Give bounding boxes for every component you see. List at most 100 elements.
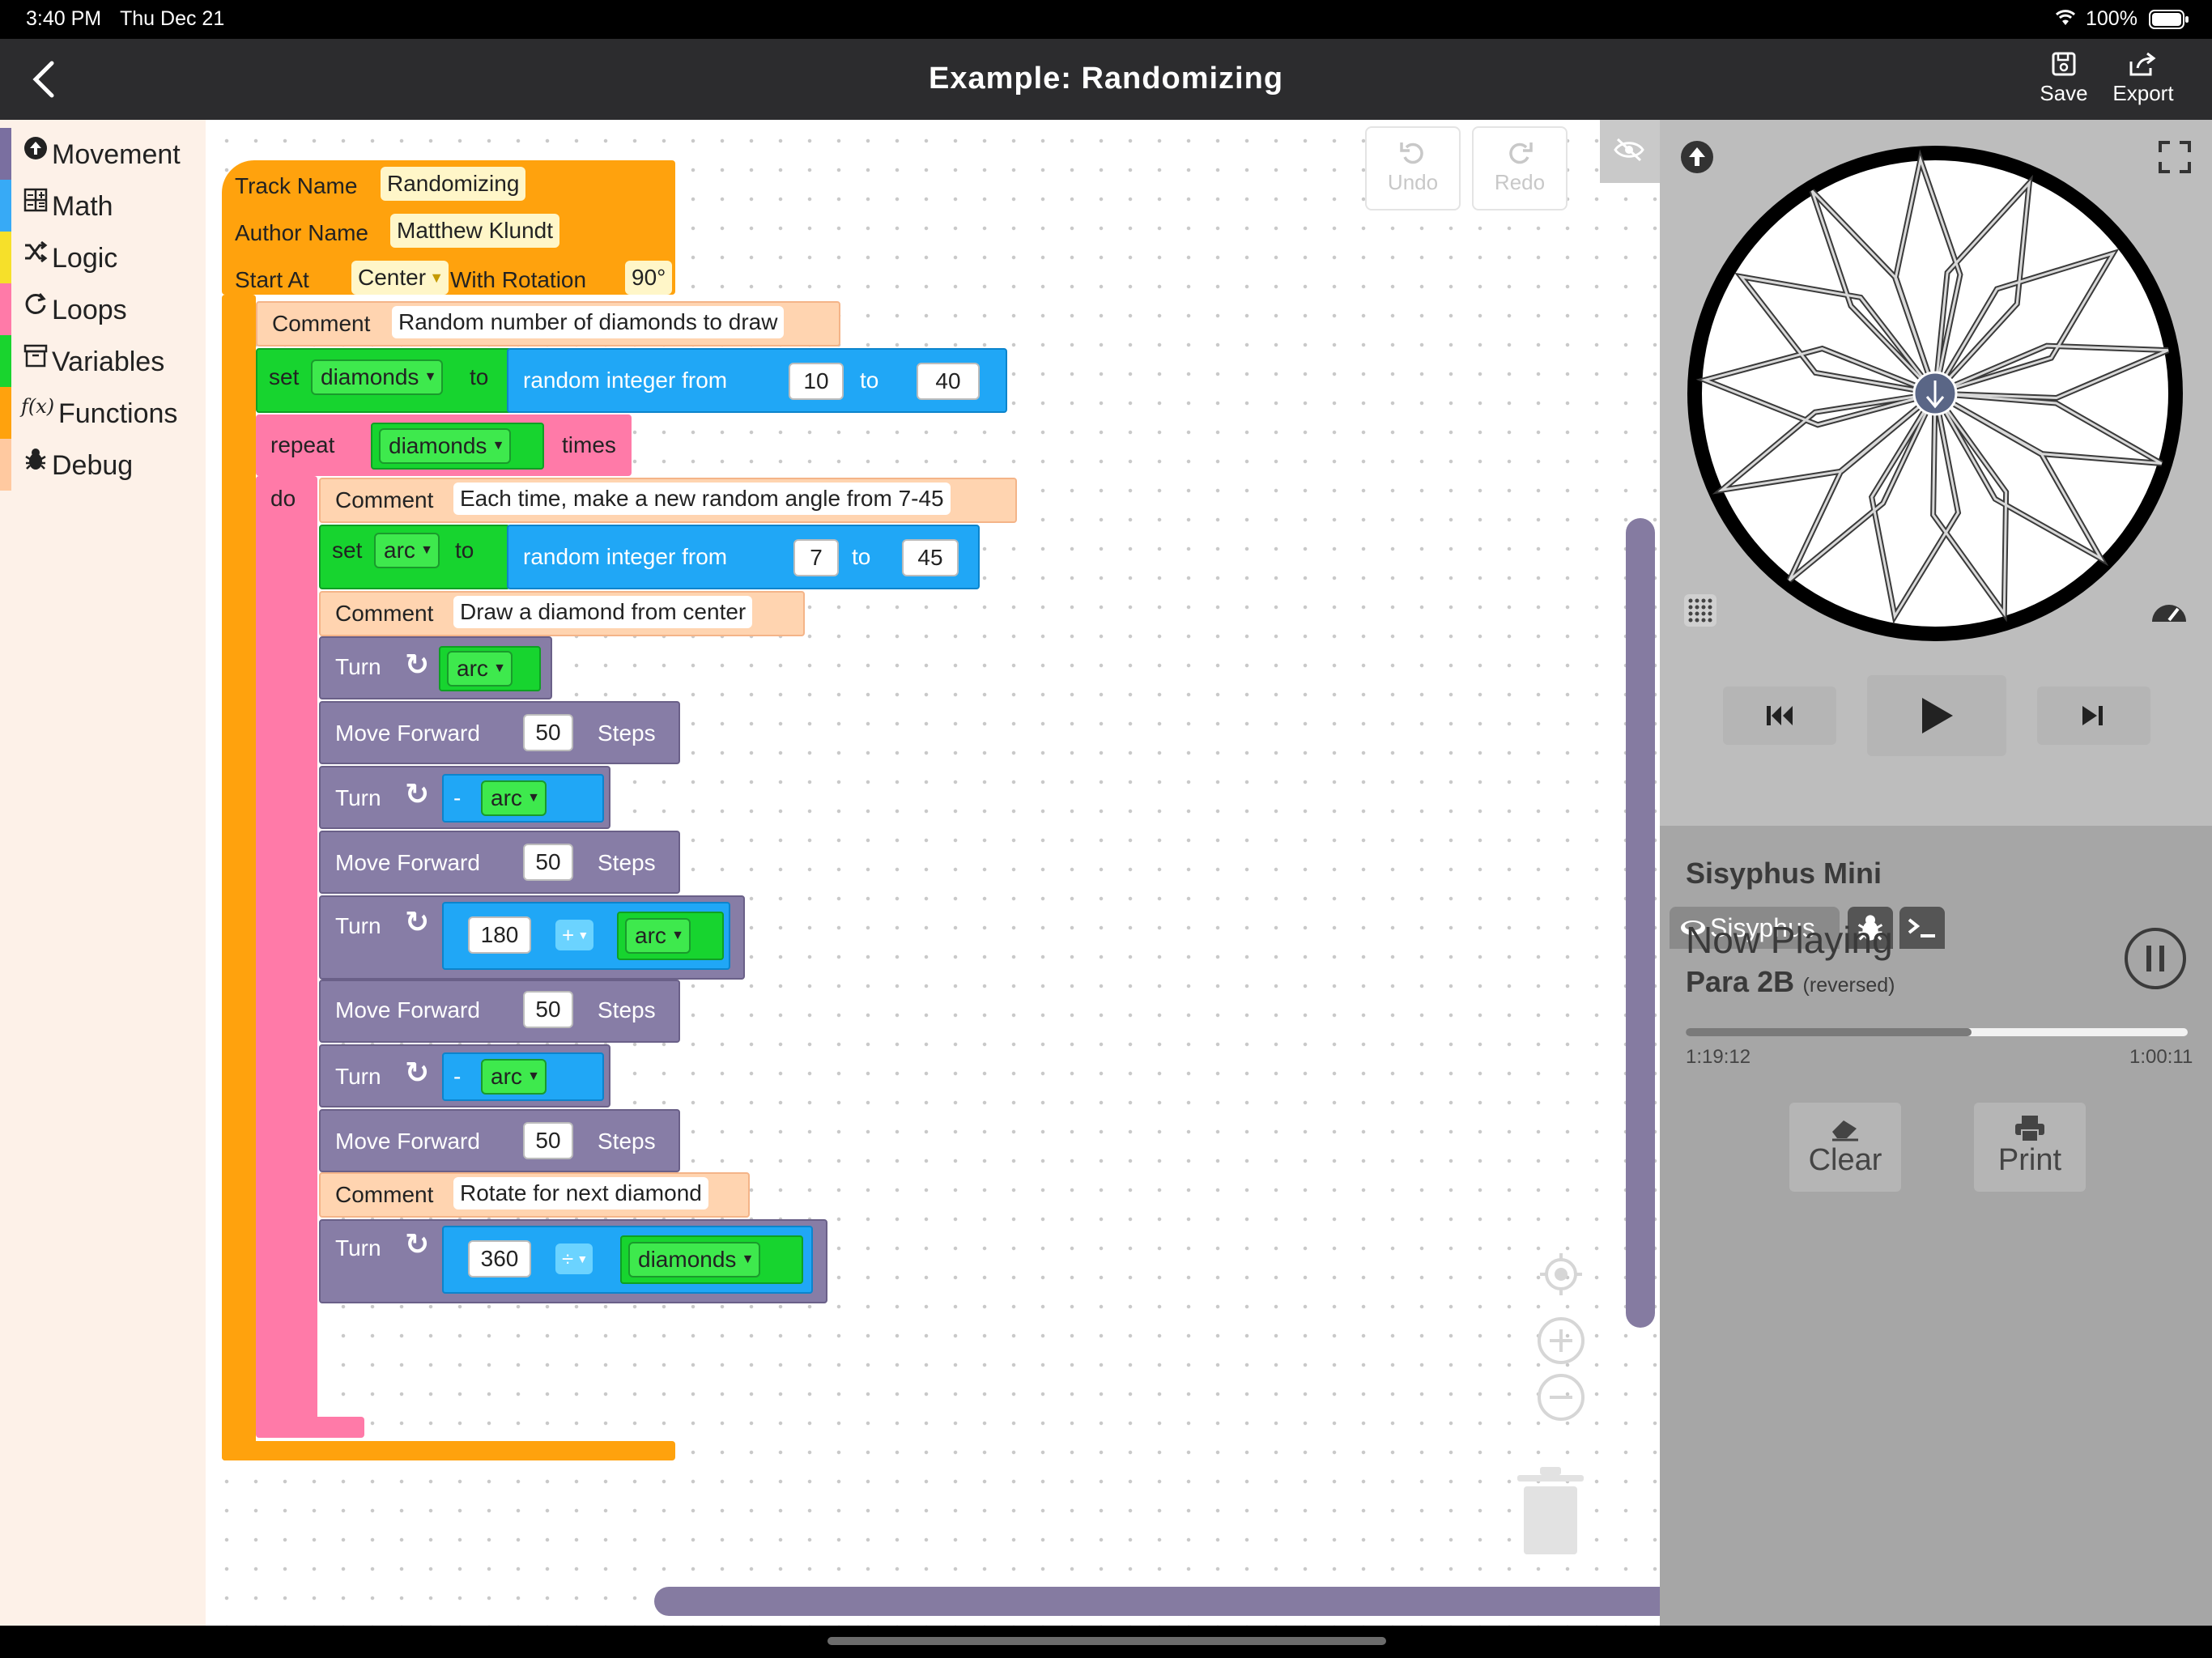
comment-block[interactable]: Comment Draw a diamond from center <box>319 591 805 636</box>
speed-button[interactable] <box>2149 594 2189 631</box>
skip-forward-button[interactable] <box>2037 687 2150 745</box>
recenter-button[interactable] <box>1537 1250 1585 1303</box>
random-integer-block[interactable]: random integer from 7 to 45 <box>507 525 980 589</box>
tab-console[interactable] <box>1899 907 1945 949</box>
export-button[interactable]: Export <box>2099 50 2188 106</box>
sidebar-item-label: Logic <box>52 243 118 274</box>
comment-text[interactable]: Random number of diamonds to draw <box>392 306 785 338</box>
minus-circle-icon <box>1538 1374 1585 1421</box>
move-forward-block[interactable]: Move Forward 50 Steps <box>319 831 680 894</box>
variable-dropdown[interactable]: arc ▼ <box>447 651 513 687</box>
variable-dropdown[interactable]: arc ▼ <box>625 918 691 954</box>
play-button[interactable] <box>1867 675 2006 756</box>
vertical-scrollbar[interactable] <box>1626 518 1655 1328</box>
sidebar-item-loops[interactable]: Loops <box>0 283 206 335</box>
number-field[interactable]: 360 <box>468 1240 531 1278</box>
do-label: do <box>270 486 296 511</box>
random-integer-block[interactable]: random integer from 10 to 40 <box>507 348 1007 413</box>
repeat-block[interactable]: repeat diamonds ▼ times <box>256 414 632 476</box>
negate-block[interactable]: - arc ▼ <box>442 774 604 823</box>
random-from-field[interactable]: 10 <box>789 363 844 400</box>
variable-dropdown[interactable]: diamonds ▼ <box>379 428 512 464</box>
trash-can[interactable] <box>1514 1460 1587 1562</box>
clear-button[interactable]: Clear <box>1789 1103 1901 1192</box>
sidebar-item-functions[interactable]: f(x) Functions <box>0 387 206 439</box>
hide-preview-button[interactable] <box>1600 120 1660 183</box>
move-forward-block[interactable]: Move Forward 50 Steps <box>319 1109 680 1172</box>
arithmetic-block[interactable]: 180 + ▼ arc ▼ <box>442 902 730 970</box>
sidebar-item-logic[interactable]: Logic <box>0 232 206 283</box>
zoom-out-button[interactable] <box>1537 1373 1585 1426</box>
steps-field[interactable]: 50 <box>523 1122 573 1159</box>
number-field[interactable]: 180 <box>468 916 531 954</box>
comment-block[interactable]: Comment Random number of diamonds to dra… <box>256 301 840 346</box>
redo-button[interactable]: Redo <box>1472 126 1568 210</box>
sidebar-item-variables[interactable]: Variables <box>0 335 206 387</box>
variable-dropdown[interactable]: arc ▼ <box>374 533 440 568</box>
arithmetic-block[interactable]: 360 ÷ ▼ diamonds ▼ <box>442 1226 813 1294</box>
dropdown-arrow-icon: ▼ <box>429 270 445 286</box>
undo-button[interactable]: Undo <box>1365 126 1461 210</box>
set-variable-block[interactable]: set diamonds ▼ to <box>256 348 513 413</box>
variable-input[interactable]: diamonds ▼ <box>620 1235 803 1284</box>
turn-block[interactable]: Turn ↻ 360 ÷ ▼ diamonds ▼ <box>319 1219 827 1303</box>
sidebar-item-math[interactable]: Math <box>0 180 206 232</box>
start-at-dropdown[interactable]: Center ▼ <box>351 261 449 295</box>
pause-button[interactable] <box>2123 926 2188 995</box>
comment-block[interactable]: Comment Each time, make a new random ang… <box>319 478 1017 523</box>
playback-progress[interactable] <box>1686 1028 2188 1036</box>
category-color-stripe <box>0 232 11 283</box>
random-to-field[interactable]: 40 <box>917 363 980 400</box>
home-indicator[interactable] <box>827 1637 1386 1645</box>
rotation-field[interactable]: 90° <box>625 261 673 295</box>
grid-dots-icon <box>1684 594 1716 627</box>
move-forward-label: Move Forward <box>335 721 480 746</box>
random-to-field[interactable]: 45 <box>902 539 959 576</box>
variable-dropdown[interactable]: diamonds ▼ <box>311 359 444 395</box>
negate-block[interactable]: - arc ▼ <box>442 1052 604 1101</box>
variable-input[interactable]: arc ▼ <box>439 646 541 691</box>
variable-dropdown[interactable]: arc ▼ <box>481 780 547 816</box>
variable-dropdown[interactable]: arc ▼ <box>481 1059 547 1095</box>
track-name-field[interactable]: Randomizing <box>381 167 526 201</box>
steps-field[interactable]: 50 <box>523 991 573 1028</box>
track-definition-block[interactable]: Track Name Randomizing Author Name Matth… <box>222 160 675 295</box>
turn-block[interactable]: Turn ↻ arc ▼ <box>319 636 552 699</box>
operator-dropdown[interactable]: ÷ ▼ <box>555 1244 593 1274</box>
skip-back-button[interactable] <box>1723 687 1836 745</box>
blocks-workspace[interactable]: Undo Redo Track Name Randomizing Author … <box>206 120 1772 1626</box>
repeat-count-input[interactable]: diamonds ▼ <box>371 423 544 470</box>
turn-block[interactable]: Turn ↻ - arc ▼ <box>319 1044 610 1107</box>
move-forward-label: Move Forward <box>335 850 480 875</box>
sidebar-item-debug[interactable]: Debug <box>0 439 206 491</box>
turn-block[interactable]: Turn ↻ - arc ▼ <box>319 766 610 829</box>
comment-text[interactable]: Each time, make a new random angle from … <box>453 483 951 515</box>
calculator-icon <box>21 188 50 219</box>
save-button[interactable]: Save <box>2019 50 2108 106</box>
turn-block[interactable]: Turn ↻ 180 + ▼ arc ▼ <box>319 895 745 980</box>
repeat-block-spine: do <box>256 476 317 1423</box>
operator-dropdown[interactable]: + ▼ <box>555 920 594 950</box>
comment-text[interactable]: Draw a diamond from center <box>453 596 753 628</box>
random-from-field[interactable]: 7 <box>793 539 839 576</box>
variable-input[interactable]: arc ▼ <box>617 912 724 960</box>
steps-field[interactable]: 50 <box>523 714 573 751</box>
sidebar-item-movement[interactable]: Movement <box>0 128 206 180</box>
home-indicator-bar <box>0 1626 2212 1658</box>
variable-name: diamonds <box>389 433 487 458</box>
move-forward-block[interactable]: Move Forward 50 Steps <box>319 980 680 1043</box>
zoom-in-button[interactable] <box>1537 1316 1585 1369</box>
author-name-field[interactable]: Matthew Klundt <box>390 214 559 248</box>
print-button[interactable]: Print <box>1974 1103 2086 1192</box>
steps-field[interactable]: 50 <box>523 844 573 881</box>
variable-dropdown[interactable]: diamonds ▼ <box>628 1242 761 1278</box>
comment-block[interactable]: Comment Rotate for next diamond <box>319 1172 750 1218</box>
horizontal-scrollbar[interactable] <box>654 1587 1772 1616</box>
status-date: Thu Dec 21 <box>120 7 225 30</box>
grid-toggle-button[interactable] <box>1682 593 1718 632</box>
set-variable-block[interactable]: set arc ▼ to <box>319 525 510 589</box>
comment-text[interactable]: Rotate for next diamond <box>453 1177 708 1209</box>
sand-table-drawing <box>1676 134 2194 653</box>
move-forward-block[interactable]: Move Forward 50 Steps <box>319 701 680 764</box>
track-note: (reversed) <box>1802 974 1895 997</box>
